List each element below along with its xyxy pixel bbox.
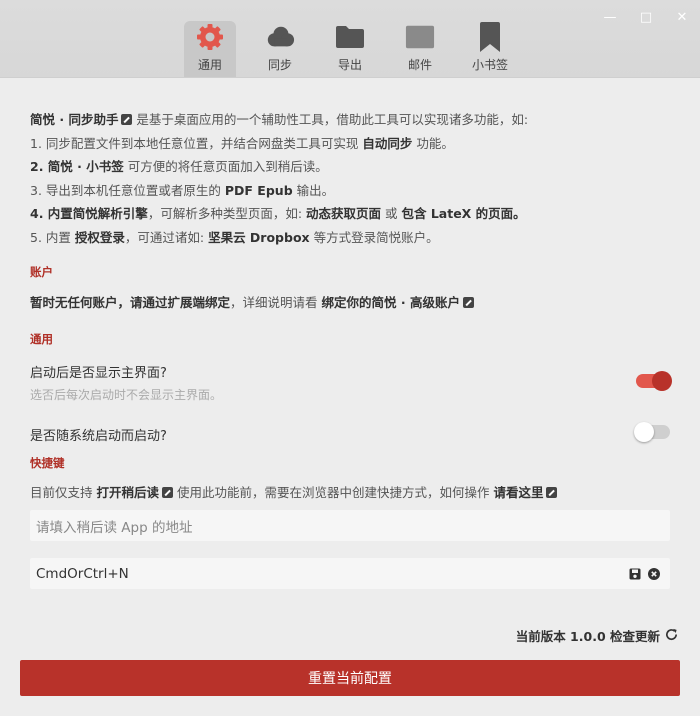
intro-bold: PDF Epub — [224, 182, 293, 198]
minimize-icon[interactable]: — — [592, 6, 628, 28]
intro-text: 3. 导出到本机任意位置或者原生的 — [30, 182, 225, 198]
hotkey-value: CmdOrCtrl+N — [36, 565, 129, 582]
intro-bold: 授权登录 — [74, 229, 125, 245]
intro-line: 1. 同步配置文件到本地任意位置，并结合网盘类工具可实现 自动同步 功能。 — [30, 132, 670, 156]
autostart-toggle[interactable] — [634, 422, 670, 442]
intro-line: 5. 内置 授权登录，可通过诸如: 坚果云 Dropbox 等方式登录简悦账户。 — [30, 226, 670, 250]
intro-section: 简悦 · 同步助手 是基于桌面应用的一个辅助性工具，借助此工具可以实现诸多功能，… — [30, 108, 670, 249]
external-link-icon[interactable] — [121, 114, 133, 125]
version-text[interactable]: 当前版本 1.0.0 检查更新 — [516, 626, 660, 645]
tab-sync[interactable]: 同步 — [254, 21, 306, 77]
tab-label: 通用 — [197, 58, 222, 72]
intro-bold: 动态获取页面 — [306, 206, 382, 221]
top-toolbar: — □ ✕ 通用 同步 导出 邮件 小书签 — [0, 0, 700, 78]
show-main-label: 启动后是否显示主界面? — [30, 366, 167, 381]
intro-bold: 2. 简悦 · 小书签 — [30, 159, 124, 174]
version-info: 当前版本 1.0.0 检查更新 — [516, 626, 678, 645]
tab-label: 邮件 — [407, 58, 432, 72]
intro-bold: 自动同步 — [362, 135, 413, 151]
intro-text: ，可通过诸如: — [124, 229, 209, 245]
intro-text: 输出。 — [292, 182, 335, 198]
external-link-icon[interactable] — [546, 487, 558, 498]
settings-tabs: 通用 同步 导出 邮件 小书签 — [184, 21, 534, 77]
toggle-knob — [652, 371, 672, 391]
external-link-icon[interactable] — [162, 487, 173, 498]
intro-text: ，可解析多种类型页面，如: — [147, 206, 306, 221]
app-address-input[interactable]: 请填入稍后读 App 的地址 — [30, 510, 670, 541]
cloud-icon — [265, 23, 295, 51]
intro-link[interactable]: 简悦 · 同步助手 — [30, 112, 118, 127]
read-later-link[interactable]: 打开稍后读 — [96, 485, 159, 500]
external-link-icon[interactable] — [462, 297, 474, 308]
hotkey-actions — [629, 568, 660, 584]
tab-general[interactable]: 通用 — [184, 21, 236, 77]
folder-icon — [335, 23, 365, 51]
section-title-general: 通用 — [30, 332, 53, 346]
account-text: ，详细说明请看 — [230, 295, 322, 310]
toggle-knob — [634, 422, 654, 442]
gear-icon — [195, 23, 225, 51]
intro-text: 可方便的将任意页面加入到稍后读。 — [123, 159, 328, 174]
autostart-label: 是否随系统启动而启动? — [30, 429, 167, 444]
tab-label: 同步 — [267, 58, 292, 72]
intro-text: 1. 同步配置文件到本地任意位置，并结合网盘类工具可实现 — [30, 135, 363, 151]
account-info: 暂时无任何账户，请通过扩展端绑定，详细说明请看 绑定你的简悦 · 高级账户 — [30, 292, 474, 311]
intro-text: 等方式登录简悦账户。 — [309, 229, 439, 245]
tab-label: 导出 — [337, 58, 362, 72]
window-controls: — □ ✕ — [592, 6, 700, 28]
intro-text: 5. 内置 — [30, 229, 75, 245]
see-here-link[interactable]: 请看这里 — [493, 485, 543, 500]
tab-export[interactable]: 导出 — [324, 21, 376, 77]
shortcut-info: 目前仅支持 打开稍后读 使用此功能前，需要在浏览器中创建快捷方式，如何操作 请看… — [30, 482, 558, 501]
intro-line: 3. 导出到本机任意位置或者原生的 PDF Epub 输出。 — [30, 179, 670, 203]
intro-line: 2. 简悦 · 小书签 可方便的将任意页面加入到稍后读。 — [30, 155, 670, 179]
shortcut-text: 使用此功能前，需要在浏览器中创建快捷方式，如何操作 — [173, 485, 494, 500]
save-icon[interactable] — [629, 568, 641, 584]
section-title-account: 账户 — [30, 265, 53, 279]
intro-bold: 4. 内置简悦解析引擎 — [30, 206, 148, 221]
bind-account-link[interactable]: 绑定你的简悦 · 高级账户 — [322, 295, 460, 310]
show-main-toggle[interactable] — [636, 371, 672, 391]
maximize-icon[interactable]: □ — [628, 6, 664, 28]
tab-mail[interactable]: 邮件 — [394, 21, 446, 77]
tab-bookmarklet[interactable]: 小书签 — [464, 21, 516, 77]
section-title-shortcut: 快捷键 — [30, 456, 65, 470]
reset-config-button[interactable]: 重置当前配置 — [20, 660, 680, 696]
bookmark-icon — [475, 22, 505, 52]
intro-line: 4. 内置简悦解析引擎，可解析多种类型页面，如: 动态获取页面 或 包含 Lat… — [30, 202, 670, 226]
intro-text: 是基于桌面应用的一个辅助性工具，借助此工具可以实现诸多功能，如: — [132, 112, 529, 127]
show-main-hint: 选否后每次启动时不会显示主界面。 — [30, 388, 223, 402]
intro-bold: 坚果云 Dropbox — [208, 229, 310, 245]
intro-text: 或 — [381, 206, 402, 221]
refresh-icon[interactable] — [665, 628, 678, 644]
tab-label: 小书签 — [471, 58, 508, 72]
close-icon[interactable]: ✕ — [664, 6, 700, 28]
shortcut-text: 目前仅支持 — [30, 485, 97, 500]
hotkey-input[interactable]: CmdOrCtrl+N — [30, 558, 670, 589]
mail-icon — [405, 23, 435, 51]
clear-icon[interactable] — [648, 568, 660, 584]
account-bold: 暂时无任何账户，请通过扩展端绑定 — [30, 295, 231, 310]
settings-content: 简悦 · 同步助手 是基于桌面应用的一个辅助性工具，借助此工具可以实现诸多功能，… — [30, 108, 672, 589]
intro-text: 功能。 — [412, 135, 454, 151]
intro-bold: 包含 LateX 的页面。 — [401, 206, 526, 221]
intro-line: 简悦 · 同步助手 是基于桌面应用的一个辅助性工具，借助此工具可以实现诸多功能，… — [30, 108, 670, 132]
